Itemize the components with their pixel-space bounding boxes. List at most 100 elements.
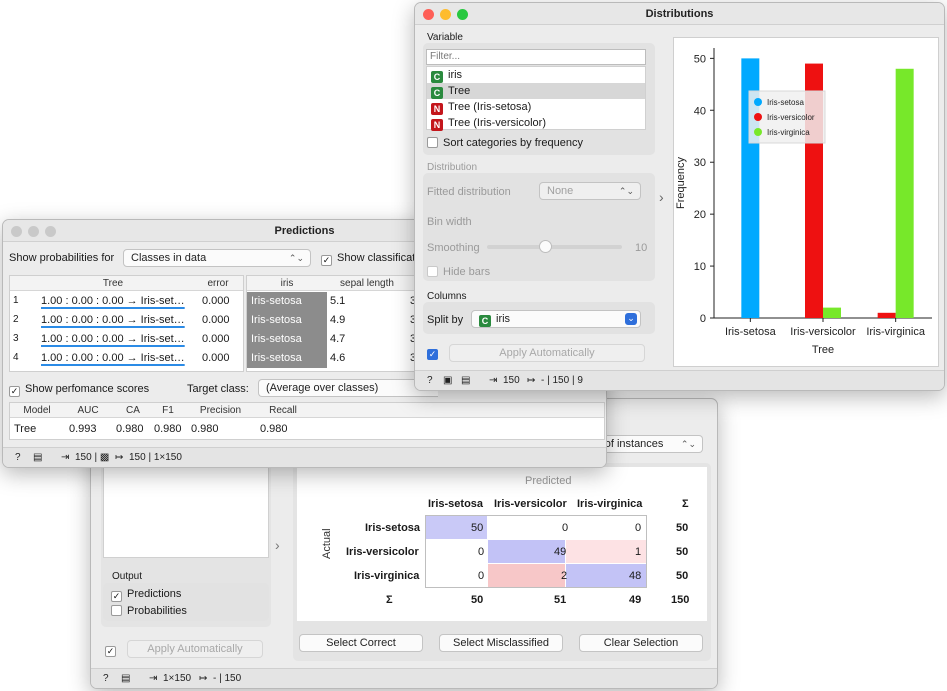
score-header-recall[interactable]: Recall <box>253 405 313 416</box>
smoothing-value: 10 <box>635 242 648 254</box>
y-tick-label: 10 <box>694 261 706 273</box>
smoothing-slider[interactable] <box>487 245 622 249</box>
close-button[interactable] <box>423 9 434 20</box>
y-tick-label: 0 <box>700 313 706 325</box>
slider-handle[interactable] <box>539 240 552 253</box>
select-correct-button[interactable]: Select Correct <box>299 634 423 652</box>
row-header-setosa: Iris-setosa <box>365 522 421 534</box>
split-by-label: Split by <box>427 314 464 326</box>
col-header-versicolor: Iris-versicolor <box>494 498 567 510</box>
row-total: 50 <box>676 522 689 534</box>
report-icon[interactable]: ▤ <box>33 452 42 463</box>
minimize-button[interactable] <box>28 226 39 237</box>
matrix-cell[interactable] <box>566 540 646 563</box>
status-input: 150 | ▩ <box>75 452 110 463</box>
y-tick-label: 40 <box>694 105 706 117</box>
show-performance-checkbox[interactable]: ✓ Show perfomance scores <box>9 383 149 397</box>
x-tick-label: Iris-virginica <box>866 326 926 338</box>
help-icon[interactable]: ? <box>103 673 109 684</box>
score-header-auc[interactable]: AUC <box>63 405 113 416</box>
show-classification-checkbox[interactable]: ✓ Show classificat <box>321 252 415 266</box>
report-icon[interactable]: ▤ <box>461 375 470 386</box>
clear-selection-button[interactable]: Clear Selection <box>579 634 703 652</box>
score-header-ca[interactable]: CA <box>113 405 153 416</box>
auto-apply-checkbox[interactable]: ✓ <box>105 643 121 657</box>
show-prob-combo[interactable]: Classes in data ⌃⌄ <box>123 249 311 267</box>
zoom-button[interactable] <box>457 9 468 20</box>
iris-value: Iris-setosa <box>247 330 327 349</box>
probabilities-label: Probabilities <box>127 605 187 617</box>
legend-marker <box>754 113 762 121</box>
status-output: - | 150 | 9 <box>541 375 583 386</box>
bin-width-label: Bin width <box>427 216 472 228</box>
report-icon[interactable]: ▤ <box>121 673 130 684</box>
cell-value: 48 <box>629 570 642 582</box>
error-value: 0.000 <box>202 314 230 326</box>
cell-value: 50 <box>471 522 484 534</box>
col-header-iris[interactable]: iris <box>247 278 327 289</box>
variable-item[interactable]: N Tree (Iris-versicolor) <box>427 115 645 131</box>
check-icon: ✓ <box>9 386 20 397</box>
show-combo[interactable]: r of instances ⌃⌄ <box>591 435 703 453</box>
variable-item[interactable]: N Tree (Iris-setosa) <box>427 99 645 115</box>
score-header-precision[interactable]: Precision <box>188 405 253 416</box>
col-header-sepal[interactable]: sepal length <box>327 278 407 289</box>
score-header-f1[interactable]: F1 <box>148 405 188 416</box>
select-misclassified-button[interactable]: Select Misclassified <box>439 634 563 652</box>
checkbox-icon <box>111 605 122 616</box>
split-by-combo[interactable]: Ciris ⌄ <box>471 310 641 328</box>
target-class-combo[interactable]: (Average over classes) <box>258 379 438 397</box>
filter-input[interactable]: Filter... <box>426 49 646 65</box>
score-header-model[interactable]: Model <box>13 405 61 416</box>
show-prob-label: Show probabilities for <box>9 252 115 264</box>
hide-bars-checkbox[interactable]: Hide bars <box>427 266 490 278</box>
legend-marker <box>754 128 762 136</box>
variable-item-selected[interactable]: C Tree <box>427 83 645 99</box>
fitted-combo[interactable]: None ⌃⌄ <box>539 182 641 200</box>
sort-categories-checkbox[interactable]: Sort categories by frequency <box>427 137 583 149</box>
x-tick-label: Iris-versicolor <box>790 326 856 338</box>
tree-prediction: 1.00 : 0.00 : 0.00 → Iris-set… <box>41 352 185 364</box>
dropdown-icon: ⌄ <box>625 313 637 325</box>
apply-automatically-button[interactable]: Apply Automatically <box>449 344 645 362</box>
legend-entry: Iris-virginica <box>767 128 810 137</box>
y-axis-label: Frequency <box>675 157 687 209</box>
checkbox-icon <box>427 137 438 148</box>
status-bar: ? ▤ ⇥ 1×150 ↦ - | 150 <box>91 668 717 688</box>
auto-apply-checkbox[interactable]: ✓ <box>427 346 443 360</box>
matrix-cell[interactable] <box>488 564 565 587</box>
categorical-icon: C <box>431 71 443 83</box>
variable-item[interactable]: Ciris <box>427 67 645 83</box>
split-by-value: iris <box>496 313 511 325</box>
legend-entry: Iris-versicolor <box>767 113 815 122</box>
help-icon[interactable]: ? <box>427 375 433 386</box>
close-button[interactable] <box>11 226 22 237</box>
col-header-tree[interactable]: Tree <box>33 278 193 289</box>
output-probabilities-checkbox[interactable]: Probabilities <box>111 605 187 617</box>
filter-placeholder: Filter... <box>430 51 461 62</box>
columns-title: Columns <box>427 291 467 302</box>
output-predictions-checkbox[interactable]: ✓ Predictions <box>111 588 181 602</box>
apply-automatically-button[interactable]: Apply Automatically <box>127 640 263 658</box>
minimize-button[interactable] <box>440 9 451 20</box>
row-number: 4 <box>13 352 19 363</box>
zoom-button[interactable] <box>45 226 56 237</box>
row-number: 1 <box>13 295 19 306</box>
fitted-value: None <box>547 185 574 197</box>
help-icon[interactable]: ? <box>15 452 21 463</box>
y-tick-label: 50 <box>694 53 706 65</box>
cell-value: 1 <box>635 546 642 558</box>
show-combo-value: r of instances <box>598 438 664 450</box>
check-icon: ✓ <box>321 255 332 266</box>
smoothing-label: Smoothing <box>427 242 480 254</box>
sepal-value: 5.1 <box>330 295 346 307</box>
y-tick-label: 30 <box>694 157 706 169</box>
save-icon[interactable]: ▣ <box>443 375 452 386</box>
row-total: 50 <box>676 546 689 558</box>
col-header-error[interactable]: error <box>193 278 243 289</box>
status-bar: ? ▤ ⇥ 150 | ▩ ↦ 150 | 1×150 <box>3 447 606 467</box>
score-f1: 0.980 <box>154 423 182 435</box>
row-header-sigma: Σ <box>386 594 393 606</box>
learners-list[interactable] <box>103 463 269 558</box>
window-title: Distributions <box>645 8 714 20</box>
